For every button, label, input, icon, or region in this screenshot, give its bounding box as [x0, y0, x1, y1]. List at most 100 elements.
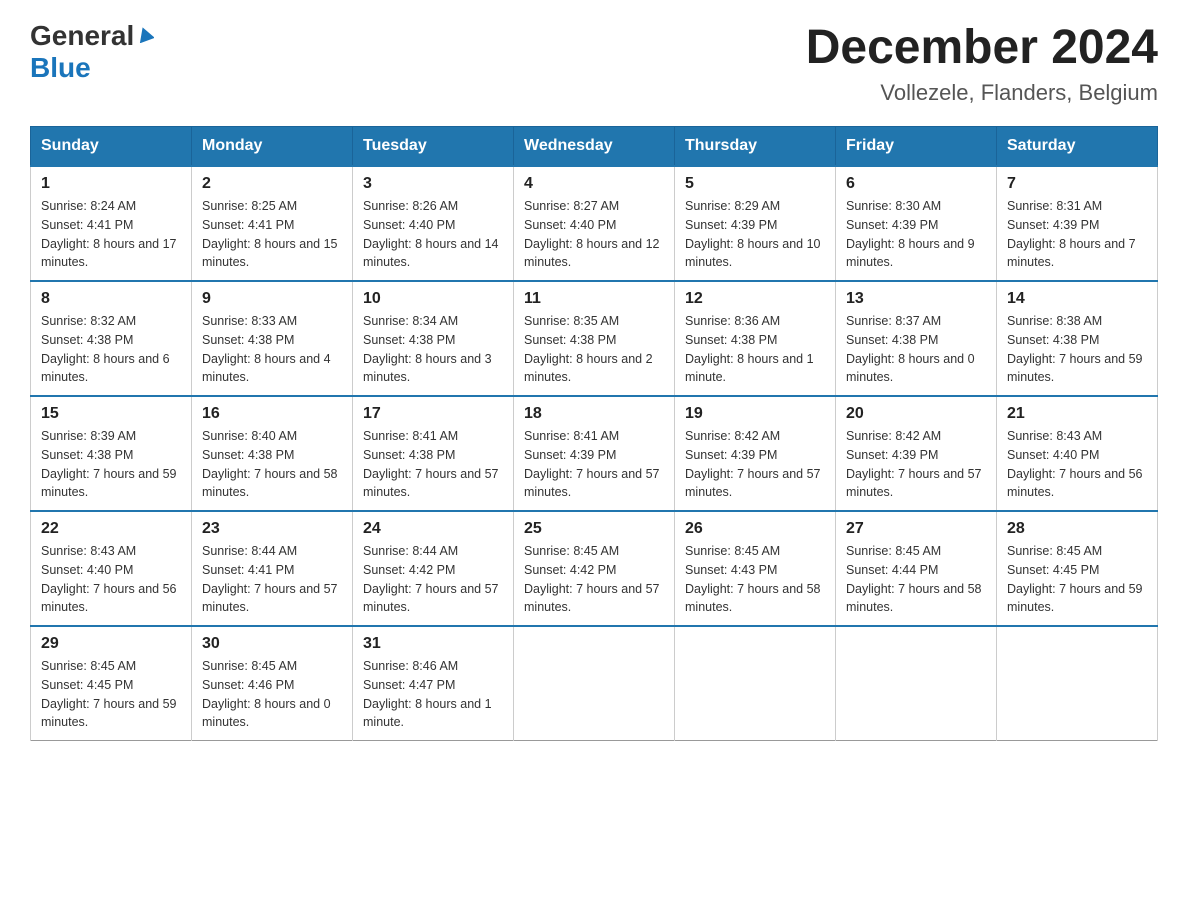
logo-blue-text: Blue [30, 52, 91, 83]
day-number: 27 [846, 520, 986, 538]
week-row-1: 1 Sunrise: 8:24 AMSunset: 4:41 PMDayligh… [31, 166, 1158, 281]
day-info: Sunrise: 8:45 AMSunset: 4:44 PMDaylight:… [846, 544, 982, 614]
day-info: Sunrise: 8:25 AMSunset: 4:41 PMDaylight:… [202, 199, 338, 269]
day-number: 30 [202, 635, 342, 653]
month-title: December 2024 [806, 20, 1158, 75]
title-section: December 2024 Vollezele, Flanders, Belgi… [806, 20, 1158, 106]
day-number: 14 [1007, 290, 1147, 308]
calendar-cell: 27 Sunrise: 8:45 AMSunset: 4:44 PMDaylig… [836, 511, 997, 626]
day-info: Sunrise: 8:42 AMSunset: 4:39 PMDaylight:… [846, 429, 982, 499]
calendar-cell: 8 Sunrise: 8:32 AMSunset: 4:38 PMDayligh… [31, 281, 192, 396]
calendar-cell [675, 626, 836, 741]
calendar-cell [514, 626, 675, 741]
day-info: Sunrise: 8:45 AMSunset: 4:45 PMDaylight:… [1007, 544, 1143, 614]
day-info: Sunrise: 8:34 AMSunset: 4:38 PMDaylight:… [363, 314, 492, 384]
day-info: Sunrise: 8:45 AMSunset: 4:45 PMDaylight:… [41, 659, 177, 729]
day-info: Sunrise: 8:44 AMSunset: 4:41 PMDaylight:… [202, 544, 338, 614]
calendar-cell: 17 Sunrise: 8:41 AMSunset: 4:38 PMDaylig… [353, 396, 514, 511]
day-info: Sunrise: 8:38 AMSunset: 4:38 PMDaylight:… [1007, 314, 1143, 384]
calendar-cell: 13 Sunrise: 8:37 AMSunset: 4:38 PMDaylig… [836, 281, 997, 396]
day-info: Sunrise: 8:37 AMSunset: 4:38 PMDaylight:… [846, 314, 975, 384]
day-info: Sunrise: 8:45 AMSunset: 4:43 PMDaylight:… [685, 544, 821, 614]
day-number: 23 [202, 520, 342, 538]
day-info: Sunrise: 8:41 AMSunset: 4:39 PMDaylight:… [524, 429, 660, 499]
day-number: 22 [41, 520, 181, 538]
week-row-2: 8 Sunrise: 8:32 AMSunset: 4:38 PMDayligh… [31, 281, 1158, 396]
day-info: Sunrise: 8:44 AMSunset: 4:42 PMDaylight:… [363, 544, 499, 614]
logo-triangle-icon [136, 25, 154, 48]
day-number: 15 [41, 405, 181, 423]
day-info: Sunrise: 8:29 AMSunset: 4:39 PMDaylight:… [685, 199, 821, 269]
day-info: Sunrise: 8:45 AMSunset: 4:42 PMDaylight:… [524, 544, 660, 614]
day-number: 18 [524, 405, 664, 423]
calendar-cell: 7 Sunrise: 8:31 AMSunset: 4:39 PMDayligh… [997, 166, 1158, 281]
day-number: 11 [524, 290, 664, 308]
weekday-header-row: SundayMondayTuesdayWednesdayThursdayFrid… [31, 127, 1158, 167]
calendar-cell [997, 626, 1158, 741]
weekday-header-wednesday: Wednesday [514, 127, 675, 167]
weekday-header-thursday: Thursday [675, 127, 836, 167]
calendar-cell: 15 Sunrise: 8:39 AMSunset: 4:38 PMDaylig… [31, 396, 192, 511]
day-number: 1 [41, 175, 181, 193]
day-number: 10 [363, 290, 503, 308]
weekday-header-saturday: Saturday [997, 127, 1158, 167]
calendar-cell: 25 Sunrise: 8:45 AMSunset: 4:42 PMDaylig… [514, 511, 675, 626]
day-number: 3 [363, 175, 503, 193]
day-number: 7 [1007, 175, 1147, 193]
weekday-header-monday: Monday [192, 127, 353, 167]
day-number: 2 [202, 175, 342, 193]
logo: General Blue [30, 20, 154, 84]
day-info: Sunrise: 8:30 AMSunset: 4:39 PMDaylight:… [846, 199, 975, 269]
day-number: 29 [41, 635, 181, 653]
day-number: 24 [363, 520, 503, 538]
page-header: General Blue December 2024 Vollezele, Fl… [30, 20, 1158, 106]
day-number: 20 [846, 405, 986, 423]
day-number: 17 [363, 405, 503, 423]
day-number: 31 [363, 635, 503, 653]
day-number: 26 [685, 520, 825, 538]
calendar-cell: 21 Sunrise: 8:43 AMSunset: 4:40 PMDaylig… [997, 396, 1158, 511]
day-number: 25 [524, 520, 664, 538]
calendar-cell: 4 Sunrise: 8:27 AMSunset: 4:40 PMDayligh… [514, 166, 675, 281]
calendar-cell: 28 Sunrise: 8:45 AMSunset: 4:45 PMDaylig… [997, 511, 1158, 626]
calendar-cell: 29 Sunrise: 8:45 AMSunset: 4:45 PMDaylig… [31, 626, 192, 741]
day-number: 4 [524, 175, 664, 193]
logo-general-text: General [30, 20, 134, 52]
calendar-cell: 9 Sunrise: 8:33 AMSunset: 4:38 PMDayligh… [192, 281, 353, 396]
day-info: Sunrise: 8:43 AMSunset: 4:40 PMDaylight:… [1007, 429, 1143, 499]
calendar-cell: 18 Sunrise: 8:41 AMSunset: 4:39 PMDaylig… [514, 396, 675, 511]
day-info: Sunrise: 8:45 AMSunset: 4:46 PMDaylight:… [202, 659, 331, 729]
day-number: 21 [1007, 405, 1147, 423]
calendar-cell: 2 Sunrise: 8:25 AMSunset: 4:41 PMDayligh… [192, 166, 353, 281]
day-number: 12 [685, 290, 825, 308]
day-number: 16 [202, 405, 342, 423]
calendar-cell: 20 Sunrise: 8:42 AMSunset: 4:39 PMDaylig… [836, 396, 997, 511]
calendar-cell: 30 Sunrise: 8:45 AMSunset: 4:46 PMDaylig… [192, 626, 353, 741]
calendar-table: SundayMondayTuesdayWednesdayThursdayFrid… [30, 126, 1158, 741]
calendar-cell: 12 Sunrise: 8:36 AMSunset: 4:38 PMDaylig… [675, 281, 836, 396]
day-number: 19 [685, 405, 825, 423]
weekday-header-friday: Friday [836, 127, 997, 167]
day-info: Sunrise: 8:27 AMSunset: 4:40 PMDaylight:… [524, 199, 660, 269]
week-row-3: 15 Sunrise: 8:39 AMSunset: 4:38 PMDaylig… [31, 396, 1158, 511]
day-info: Sunrise: 8:26 AMSunset: 4:40 PMDaylight:… [363, 199, 499, 269]
day-info: Sunrise: 8:35 AMSunset: 4:38 PMDaylight:… [524, 314, 653, 384]
day-info: Sunrise: 8:46 AMSunset: 4:47 PMDaylight:… [363, 659, 492, 729]
day-number: 5 [685, 175, 825, 193]
calendar-cell: 6 Sunrise: 8:30 AMSunset: 4:39 PMDayligh… [836, 166, 997, 281]
day-number: 28 [1007, 520, 1147, 538]
day-info: Sunrise: 8:24 AMSunset: 4:41 PMDaylight:… [41, 199, 177, 269]
day-info: Sunrise: 8:36 AMSunset: 4:38 PMDaylight:… [685, 314, 814, 384]
day-info: Sunrise: 8:42 AMSunset: 4:39 PMDaylight:… [685, 429, 821, 499]
day-number: 6 [846, 175, 986, 193]
calendar-cell: 14 Sunrise: 8:38 AMSunset: 4:38 PMDaylig… [997, 281, 1158, 396]
day-info: Sunrise: 8:41 AMSunset: 4:38 PMDaylight:… [363, 429, 499, 499]
day-number: 8 [41, 290, 181, 308]
day-number: 9 [202, 290, 342, 308]
calendar-cell: 11 Sunrise: 8:35 AMSunset: 4:38 PMDaylig… [514, 281, 675, 396]
day-info: Sunrise: 8:43 AMSunset: 4:40 PMDaylight:… [41, 544, 177, 614]
calendar-cell: 1 Sunrise: 8:24 AMSunset: 4:41 PMDayligh… [31, 166, 192, 281]
calendar-cell: 10 Sunrise: 8:34 AMSunset: 4:38 PMDaylig… [353, 281, 514, 396]
day-info: Sunrise: 8:33 AMSunset: 4:38 PMDaylight:… [202, 314, 331, 384]
day-info: Sunrise: 8:40 AMSunset: 4:38 PMDaylight:… [202, 429, 338, 499]
